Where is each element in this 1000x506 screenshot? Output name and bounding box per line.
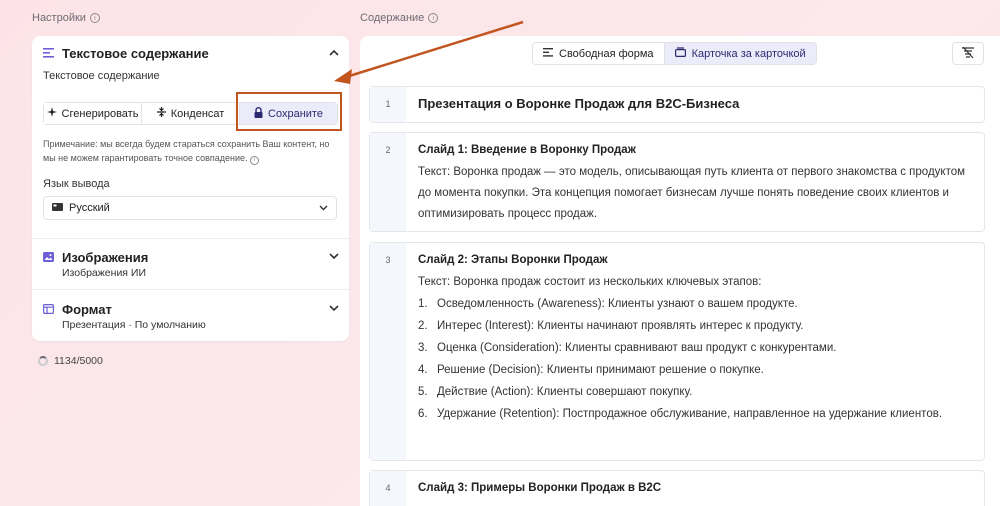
format-accordion-header[interactable]: Формат Презентация · По умолчанию: [32, 300, 349, 331]
card-text: Текст: Воронка продаж — это модель, опис…: [418, 166, 966, 220]
condense-label: Конденсат: [170, 107, 225, 120]
freeform-tab[interactable]: Свободная форма: [533, 43, 665, 64]
text-content-title: Текстовое содержание: [62, 45, 209, 61]
card-by-card-tab[interactable]: Карточка за карточкой: [664, 43, 816, 64]
chevron-down-icon: [329, 303, 339, 315]
card-number: 2: [370, 133, 406, 231]
info-icon[interactable]: i: [428, 13, 439, 23]
card-number: 1: [370, 87, 406, 122]
character-counter: 1134/5000: [38, 355, 103, 367]
content-label: Содержание i: [360, 12, 439, 24]
lock-icon: [254, 106, 263, 121]
card-title: Слайд 2: Этапы Воронки Продаж: [418, 254, 608, 266]
slide-card[interactable]: 1 Презентация о Воронке Продаж для B2C-Б…: [369, 86, 985, 123]
card-number: 4: [370, 471, 406, 506]
language-value: Русский: [69, 202, 110, 214]
image-icon: [42, 251, 54, 263]
freeform-label: Свободная форма: [559, 47, 654, 60]
card-number: 3: [370, 243, 406, 460]
list-item: 2. Интерес (Interest): Клиенты начинают п…: [418, 320, 804, 332]
text-mode-segmented: Сгенерировать Конденсат Сохраните: [43, 102, 338, 125]
generate-button[interactable]: Сгенерировать: [44, 103, 142, 124]
slide-card[interactable]: 4 Слайд 3: Примеры Воронки Продаж в B2C: [369, 470, 985, 506]
list-item: 3. Оценка (Consideration): Клиенты сравни…: [418, 342, 837, 354]
chevron-down-icon: [329, 251, 339, 263]
card-by-card-label: Карточка за карточкой: [691, 47, 806, 60]
text-content-accordion-header[interactable]: Текстовое содержание: [32, 36, 349, 70]
view-mode-toggle: Свободная форма Карточка за карточкой: [532, 42, 817, 65]
progress-ring-icon: [38, 356, 48, 366]
generate-label: Сгенерировать: [61, 107, 139, 120]
card-list: 1. Осведомленность (Awareness): Клиенты у…: [418, 296, 972, 422]
divider: [32, 238, 349, 239]
preserve-note: Примечание: мы всегда будем стараться со…: [43, 139, 330, 165]
content-panel: Свободная форма Карточка за карточкой 1 …: [360, 36, 1000, 506]
card-title: Презентация о Воронке Продаж для B2C-Биз…: [418, 96, 740, 111]
info-icon[interactable]: i: [250, 155, 260, 165]
preserve-label: Сохраните: [268, 107, 323, 120]
clear-format-button[interactable]: [952, 42, 984, 65]
card-text: Текст: Воронка продаж состоит из несколь…: [418, 276, 762, 288]
images-subtitle: Изображения ИИ: [62, 267, 146, 279]
condense-button[interactable]: Конденсат: [142, 103, 240, 124]
slide-card[interactable]: 2 Слайд 1: Введение в Воронку Продаж Тек…: [369, 132, 985, 232]
format-subtitle: Презентация · По умолчанию: [62, 319, 206, 331]
list-item: 5. Действие (Action): Клиенты совершают п…: [418, 386, 693, 398]
output-language-select[interactable]: Русский: [43, 196, 337, 220]
text-content-field-label: Текстовое содержание: [43, 70, 160, 82]
condense-icon: [156, 107, 166, 120]
slide-card[interactable]: 3 Слайд 2: Этапы Воронки Продаж Текст: В…: [369, 242, 985, 461]
text-lines-icon: [42, 47, 54, 59]
counter-value: 1134/5000: [54, 355, 103, 367]
preserve-button[interactable]: Сохраните: [240, 103, 337, 124]
chevron-up-icon[interactable]: [329, 47, 339, 59]
chevron-down-icon: [319, 202, 328, 214]
list-item: 1. Осведомленность (Awareness): Клиенты у…: [418, 298, 798, 310]
flag-icon: [52, 202, 63, 214]
layout-icon: [42, 303, 54, 315]
card-title: Слайд 1: Введение в Воронку Продаж: [418, 144, 636, 156]
settings-label: Настройки i: [32, 12, 100, 24]
images-title: Изображения: [62, 249, 149, 265]
settings-panel: Текстовое содержание Текстовое содержани…: [32, 36, 349, 341]
sparkle-icon: [46, 107, 57, 120]
clear-format-icon: [961, 46, 975, 61]
images-accordion-header[interactable]: Изображения Изображения ИИ: [32, 248, 349, 279]
output-language-label: Язык вывода: [43, 178, 110, 190]
text-lines-icon: [543, 47, 553, 60]
format-title: Формат: [62, 301, 112, 317]
info-icon[interactable]: i: [89, 13, 100, 23]
list-item: 4. Решение (Decision): Клиенты принимают …: [418, 364, 764, 376]
list-item: 6. Удержание (Retention): Постпродажное о…: [418, 408, 943, 420]
divider: [32, 289, 349, 290]
card-title: Слайд 3: Примеры Воронки Продаж в B2C: [418, 482, 662, 494]
cards-icon: [674, 47, 686, 60]
